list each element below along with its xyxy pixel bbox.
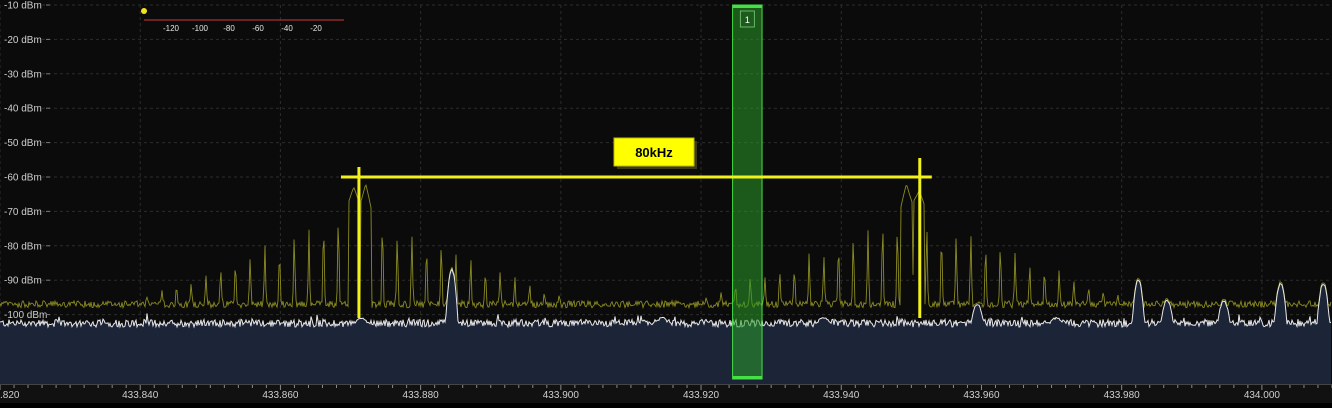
channel-band[interactable] — [732, 4, 763, 380]
x-tick-label: 433.960 — [963, 390, 1000, 401]
x-tick-label: 433.860 — [262, 390, 299, 401]
marker-label: 80kHz — [635, 145, 673, 160]
x-tick-label: 433.840 — [122, 390, 159, 401]
scale-tick-label: -20 — [310, 24, 322, 33]
x-tick-label: 433.980 — [1104, 390, 1141, 401]
y-tick-label: -70 dBm — [4, 207, 42, 218]
x-tick-label: 433.940 — [823, 390, 860, 401]
channel-overlay[interactable]: 1 — [732, 4, 763, 380]
spectrum-chart[interactable]: -10 dBm -20 dBm -30 dBm -40 dBm -50 dBm -60 d… — [0, 0, 1332, 403]
scale-tick-label: -80 — [223, 24, 235, 33]
channel-bottom-handle[interactable] — [732, 376, 763, 379]
x-tick-label: 434.000 — [1244, 390, 1281, 401]
y-tick-label: -20 dBm — [4, 35, 42, 46]
x-tick-label: 433.920 — [683, 390, 720, 401]
x-tick-label: 433.880 — [403, 390, 440, 401]
y-tick-label: -30 dBm — [4, 69, 42, 80]
x-axis: .820 433.840 433.860 433.880 433.900 433.920 4… — [0, 384, 1332, 403]
y-tick-label: -10 dBm — [4, 1, 42, 12]
spectrum-analyzer[interactable]: -10 dBm -20 dBm -30 dBm -40 dBm -50 dBm -60 d… — [0, 0, 1332, 403]
x-tick-label: .820 — [0, 390, 20, 401]
scale-tick-label: -60 — [252, 24, 264, 33]
y-tick-label: -50 dBm — [4, 138, 42, 149]
channel-label: 1 — [745, 15, 750, 25]
channel-top-handle[interactable] — [732, 5, 763, 8]
scale-tick-label: -40 — [281, 24, 293, 33]
x-tick-label: 433.900 — [543, 390, 580, 401]
y-tick-label: -100 dBm — [4, 310, 47, 321]
y-tick-label: -90 dBm — [4, 276, 42, 287]
scale-tick-label: -100 — [192, 24, 209, 33]
y-tick-label: -60 dBm — [4, 173, 42, 184]
y-tick-label: -80 dBm — [4, 241, 42, 252]
scale-tick-label: -120 — [163, 24, 180, 33]
scale-indicator-dot — [141, 8, 147, 14]
y-tick-label: -40 dBm — [4, 104, 42, 115]
